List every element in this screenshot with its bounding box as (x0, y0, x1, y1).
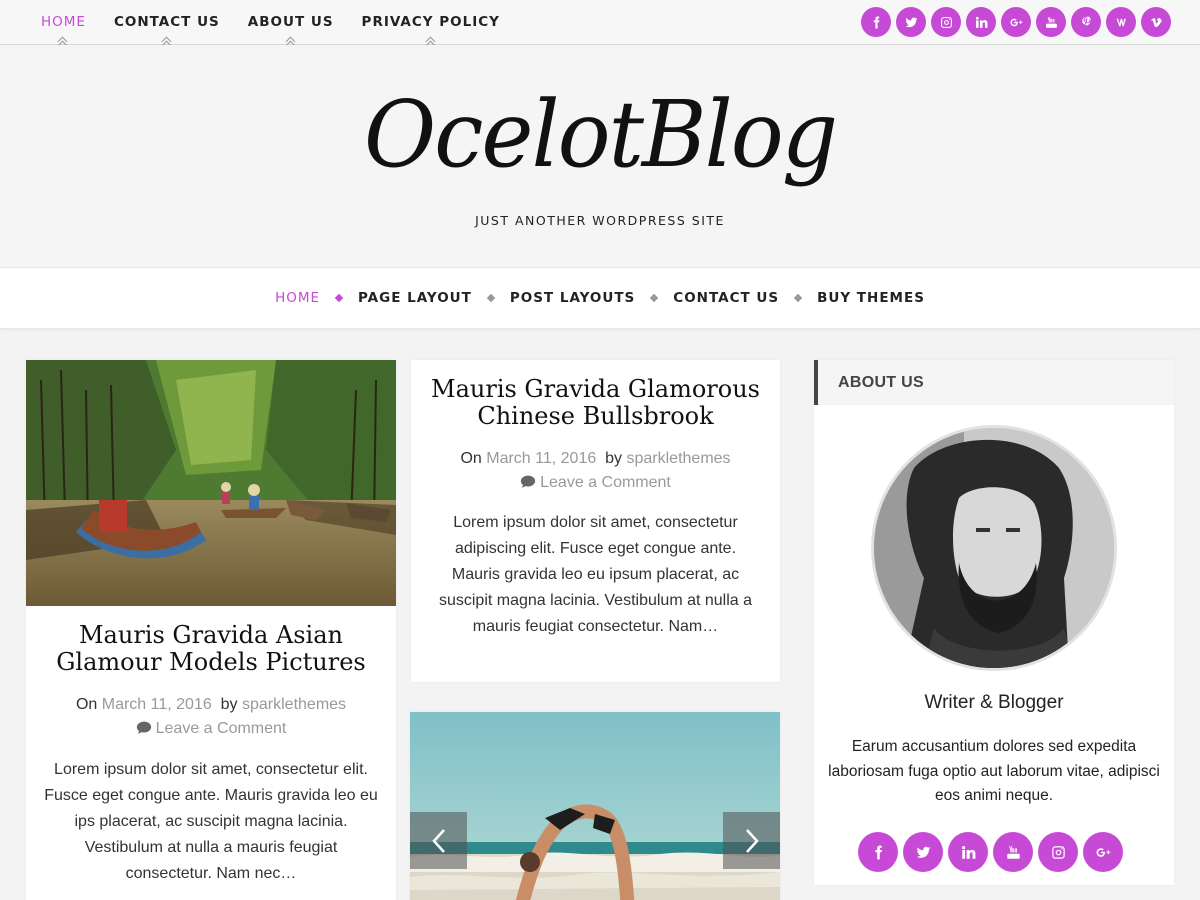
top-nav-home-label: HOME (41, 14, 86, 30)
author-bio: Earum accusantium dolores sed expedita l… (828, 738, 1160, 804)
chevron-up-icon (286, 38, 296, 44)
comments-icon (520, 475, 536, 488)
site-header: OcelotBlog JUST ANOTHER WORDPRESS SITE (0, 45, 1200, 267)
post-thumbnail-river-boats[interactable] (26, 360, 396, 606)
widget-title: ABOUT US (838, 374, 924, 391)
vine-like-icon[interactable] (1106, 7, 1136, 37)
twitter-icon[interactable] (903, 832, 943, 872)
top-nav-home[interactable]: HOME (28, 0, 99, 44)
vimeo-icon[interactable] (1141, 7, 1171, 37)
meta-by-label: by (220, 696, 238, 713)
top-nav-contact-label: CONTACT US (113, 14, 220, 30)
author-role: Writer & Blogger (924, 692, 1064, 713)
comment-label: Leave a Comment (540, 474, 671, 491)
top-nav-privacy-label: PRIVACY POLICY (361, 14, 500, 30)
post-title[interactable]: Mauris Gravida Glamorous Chinese Bullsbr… (426, 376, 765, 430)
comment-label: Leave a Comment (155, 720, 287, 737)
chevron-right-icon (745, 828, 759, 853)
top-nav-about-label: ABOUT US (247, 14, 334, 30)
chevron-up-icon (58, 38, 68, 44)
main-nav-home[interactable]: HOME (275, 290, 320, 306)
top-nav-contact-us[interactable]: CONTACT US (101, 0, 233, 44)
main-nav-post-layouts[interactable]: POST LAYOUTS (510, 290, 635, 306)
post-title[interactable]: Mauris Gravida Asian Glamour Models Pict… (46, 622, 376, 676)
slider-next-button[interactable] (723, 812, 780, 869)
facebook-icon[interactable] (858, 832, 898, 872)
slider-prev-button[interactable] (410, 812, 467, 869)
post-comment-link[interactable]: Leave a Comment (411, 474, 780, 492)
post-card: Mauris Gravida Asian Glamour Models Pict… (26, 360, 396, 900)
top-nav-about-us[interactable]: ABOUT US (235, 0, 347, 44)
google-plus-icon[interactable] (1083, 832, 1123, 872)
diamond-separator-icon (334, 293, 344, 303)
about-widget: ABOUT US Writer & Blogger Earum accusant… (814, 360, 1174, 885)
post-author-link[interactable]: sparklethemes (242, 696, 346, 713)
google-plus-icon[interactable] (1001, 7, 1031, 37)
main-nav-buy-themes[interactable]: BUY THEMES (817, 290, 925, 306)
youtube-icon[interactable] (993, 832, 1033, 872)
main-navigation: HOME PAGE LAYOUT POST LAYOUTS CONTACT US… (0, 267, 1200, 329)
pinterest-icon[interactable] (1071, 7, 1101, 37)
site-tagline: JUST ANOTHER WORDPRESS SITE (475, 213, 725, 228)
post-meta: On March 11, 2016 by sparklethemes (411, 450, 780, 468)
avatar (871, 425, 1117, 671)
post-excerpt: Lorem ipsum dolor sit amet, consectetur … (44, 761, 378, 882)
instagram-icon[interactable] (931, 7, 961, 37)
diamond-separator-icon (486, 293, 496, 303)
chevron-up-icon (426, 38, 436, 44)
meta-by-label: by (605, 450, 623, 467)
facebook-icon[interactable] (861, 7, 891, 37)
slider-image-beach-yoga[interactable] (410, 712, 780, 900)
post-card: Mauris Gravida Glamorous Chinese Bullsbr… (411, 360, 780, 682)
post-author-link[interactable]: sparklethemes (627, 450, 731, 467)
top-nav-privacy-policy[interactable]: PRIVACY POLICY (349, 0, 513, 44)
diamond-separator-icon (650, 293, 659, 303)
top-social-links (861, 7, 1171, 37)
linkedin-icon[interactable] (966, 7, 996, 37)
linkedin-icon[interactable] (948, 832, 988, 872)
comments-icon (136, 721, 152, 734)
top-navigation: HOME CONTACT US ABOUT US PRIVACY POLICY (28, 0, 515, 44)
sidebar-social-links (858, 832, 1123, 872)
main-nav-page-layout[interactable]: PAGE LAYOUT (358, 290, 472, 306)
post-date-link[interactable]: March 11, 2016 (102, 696, 212, 713)
post-excerpt: Lorem ipsum dolor sit amet, consectetur … (438, 514, 753, 635)
main-nav-contact-us[interactable]: CONTACT US (673, 290, 779, 306)
twitter-icon[interactable] (896, 7, 926, 37)
meta-on-label: On (75, 696, 98, 713)
post-date-link[interactable]: March 11, 2016 (486, 450, 596, 467)
widget-header: ABOUT US (814, 360, 1174, 405)
chevron-up-icon (162, 38, 172, 44)
chevron-left-icon (431, 828, 445, 853)
site-logo[interactable]: OcelotBlog (0, 81, 1200, 188)
post-meta: On March 11, 2016 by sparklethemes (26, 696, 396, 714)
diamond-separator-icon (793, 293, 803, 303)
instagram-icon[interactable] (1038, 832, 1078, 872)
post-comment-link[interactable]: Leave a Comment (26, 720, 396, 738)
post-gallery-slider (410, 712, 780, 900)
youtube-icon[interactable] (1036, 7, 1066, 37)
meta-on-label: On (460, 450, 482, 467)
top-bar: HOME CONTACT US ABOUT US PRIVACY POLICY (0, 0, 1200, 45)
